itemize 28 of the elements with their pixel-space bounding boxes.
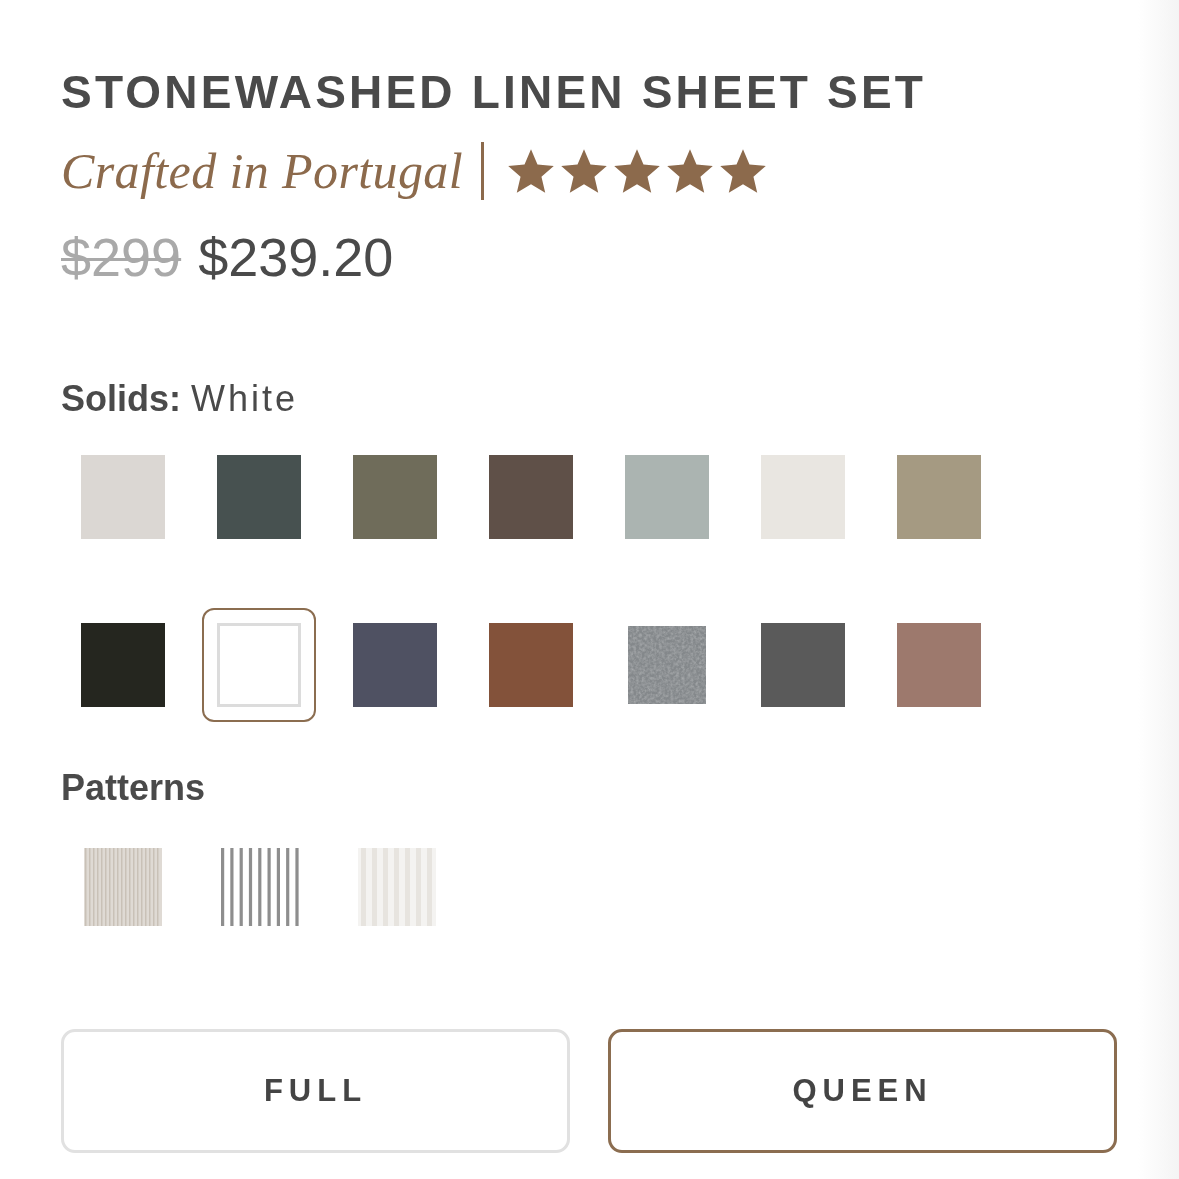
origin-tagline: Crafted in Portugal [61,142,464,200]
swatch-icon [217,455,301,539]
star-icon [667,148,714,194]
original-price: $299 [61,230,182,284]
star-icon [614,148,661,194]
swatch-icon [625,455,709,539]
swatch-icon [489,455,573,539]
product-title: STONEWASHED LINEN SHEET SET [61,69,927,115]
size-button[interactable]: QUEEN [608,1029,1117,1153]
swatch-icon [81,455,165,539]
sale-price: $239.20 [198,230,394,284]
swatch-icon [353,623,437,707]
swatch-icon [897,455,981,539]
swatch-icon [217,623,301,707]
swatch-icon [761,623,845,707]
selected-color-name: White [191,381,299,417]
star-icon [561,148,608,194]
swatch-icon [353,455,437,539]
swatch-icon [81,623,165,707]
patterns-label: Patterns [61,770,206,806]
swatch-option[interactable] [202,608,316,722]
star-icon [508,148,555,194]
swatch-icon [761,455,845,539]
star-icon [720,148,767,194]
swatch-icon [897,623,981,707]
size-button[interactable]: FULL [61,1029,570,1153]
swatch-icon [489,623,573,707]
solids-label: Solids: [61,381,181,417]
